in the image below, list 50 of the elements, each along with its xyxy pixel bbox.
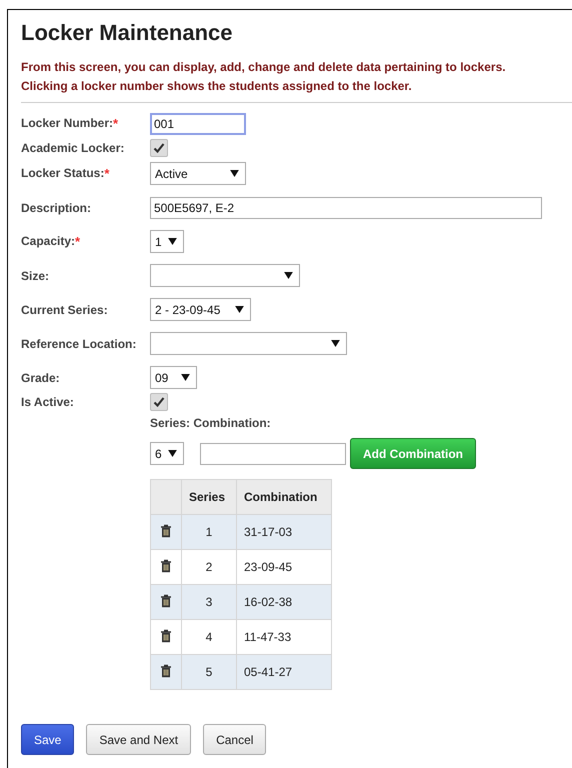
intro-text: From this screen, you can display, add, change and delete data pertaining to lockers. [21, 59, 507, 76]
required-mark: * [104, 166, 110, 181]
field-label: Is Active: [21, 395, 74, 409]
field-label: Grade: [21, 370, 60, 384]
dropdown[interactable]: 1 [150, 230, 184, 253]
field-label: Locker Number: [21, 116, 114, 130]
trash-icon[interactable] [160, 664, 172, 678]
column-header: Series [182, 480, 236, 514]
field-label: Reference Location: [21, 336, 136, 350]
intro-text: Clicking a locker number shows the students assigned to the locker. [21, 78, 413, 95]
text-field[interactable]: 001 [150, 112, 246, 134]
dropdown[interactable]: 09 [150, 366, 197, 389]
text-field[interactable]: 500E5697, E-2 [150, 196, 542, 218]
table-cell: 05-41-27 [236, 654, 332, 690]
action-button[interactable]: Save and Next [86, 724, 192, 755]
action-button[interactable]: Cancel [203, 724, 266, 755]
trash-icon[interactable] [160, 594, 172, 608]
series-dropdown[interactable]: 6 [150, 442, 184, 465]
table-cell: 5 [182, 654, 236, 690]
field-label: Locker Status: [21, 166, 104, 180]
trash-icon[interactable] [160, 628, 172, 642]
field-label: Current Series: [21, 302, 108, 316]
trash-icon[interactable] [160, 524, 172, 538]
page-title: Locker Maintenance [21, 20, 234, 46]
caret-icon [284, 272, 293, 279]
field-label: Academic Locker: [21, 141, 124, 155]
dropdown[interactable]: 2 - 23-09-45 [150, 298, 251, 321]
caret-icon [331, 340, 340, 347]
column-header: Combination [236, 480, 332, 514]
caret-icon [235, 306, 244, 313]
save-button[interactable]: Save [21, 724, 74, 755]
field-label: Capacity: [21, 234, 76, 248]
table-cell: 31-17-03 [236, 514, 332, 550]
dropdown[interactable]: Active [150, 162, 246, 185]
field-label: Size: [21, 268, 50, 282]
trash-icon[interactable] [160, 558, 172, 572]
caret-icon [168, 238, 177, 245]
combination-field[interactable] [200, 442, 346, 464]
required-mark: * [75, 234, 80, 249]
caret-icon [181, 374, 190, 381]
checkbox[interactable] [150, 393, 168, 411]
table-cell: 3 [182, 584, 236, 620]
required-mark: * [113, 116, 118, 131]
checkbox[interactable] [150, 139, 168, 157]
table-cell: 1 [182, 514, 236, 550]
caret-icon [230, 170, 239, 177]
series-combination-label: Series: Combination: [150, 416, 272, 430]
caret-icon [168, 450, 177, 457]
field-label: Description: [21, 200, 92, 214]
table-cell: 16-02-38 [236, 584, 332, 620]
